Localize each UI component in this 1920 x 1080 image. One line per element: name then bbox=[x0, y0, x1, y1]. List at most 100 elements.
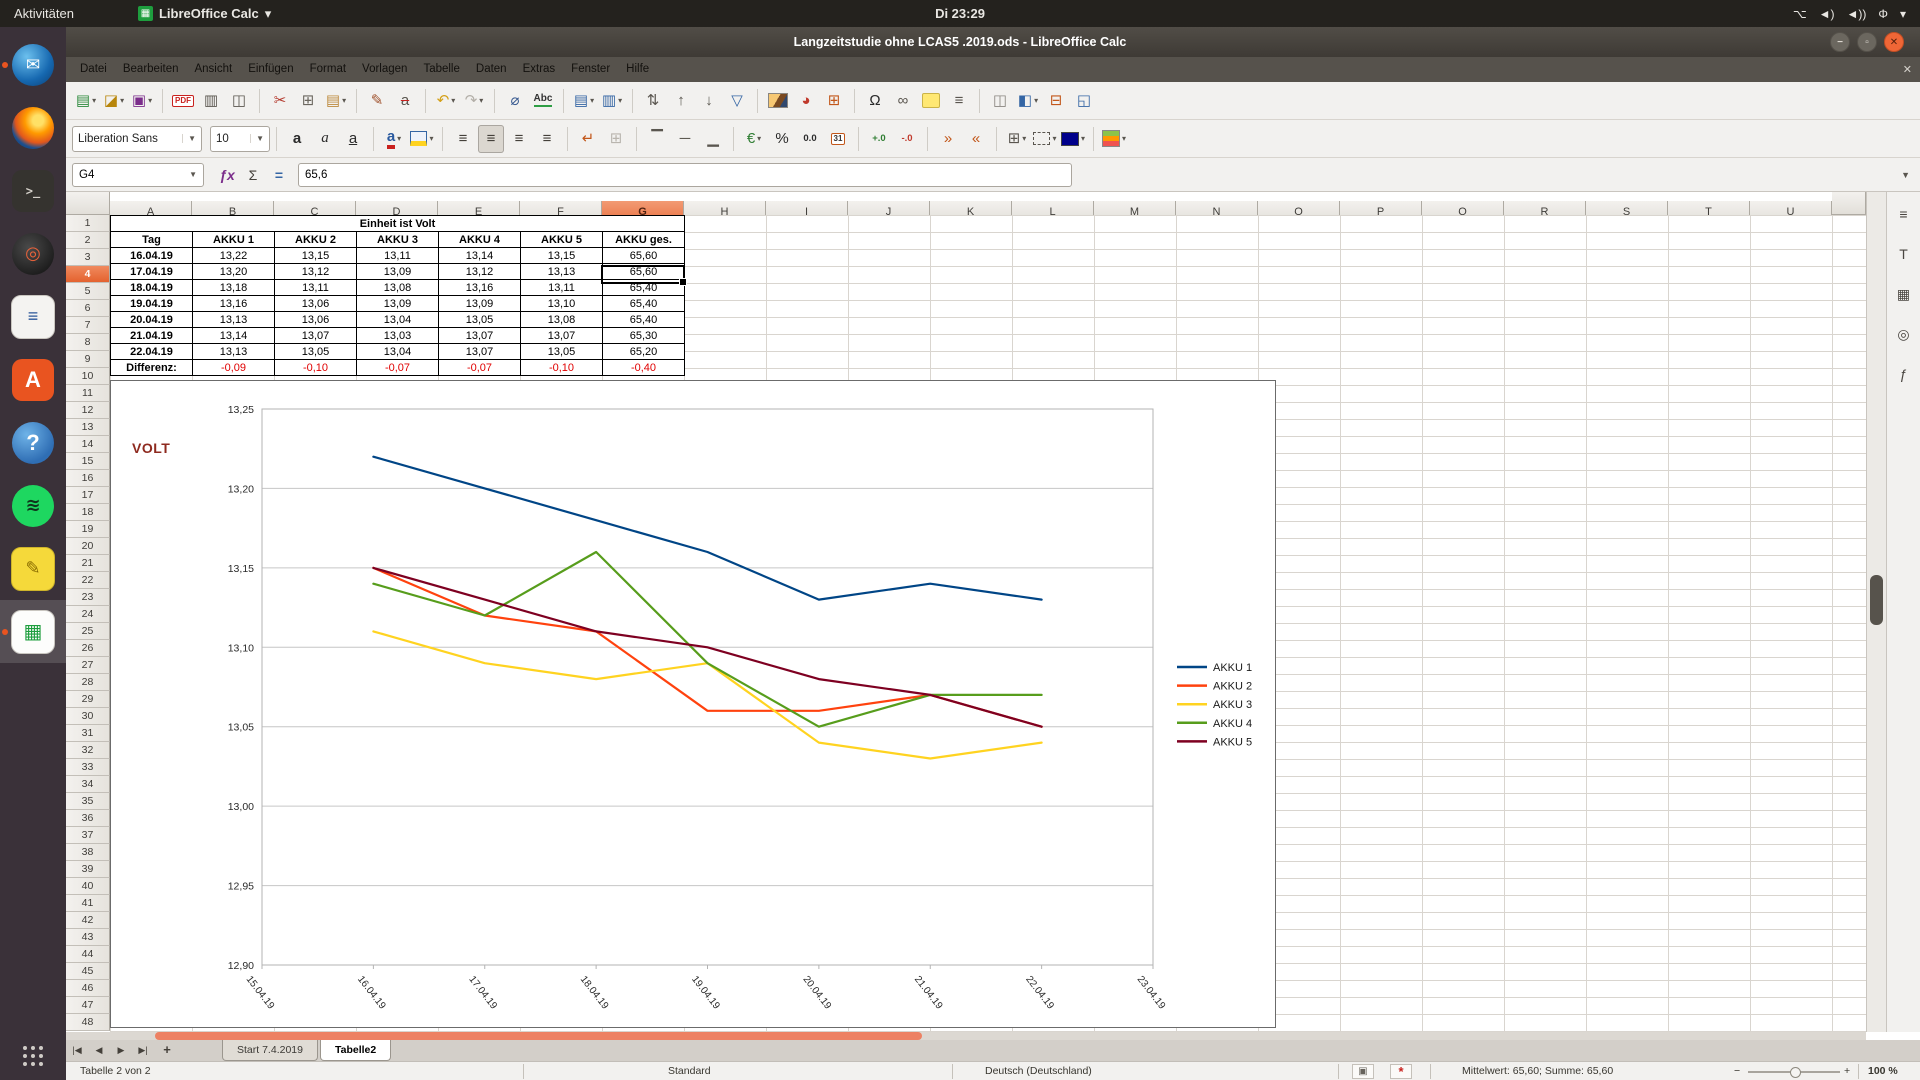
row-header-48[interactable]: 48 bbox=[66, 1014, 110, 1031]
border-style-button[interactable]: ▾ bbox=[1032, 125, 1058, 153]
chevron-down-icon[interactable]: ▼ bbox=[250, 134, 264, 143]
row-header-17[interactable]: 17 bbox=[66, 487, 110, 504]
table-title-cell[interactable]: Einheit ist Volt bbox=[111, 216, 685, 232]
system-tray[interactable]: ⌥◄)◄))Φ▾ bbox=[1793, 7, 1920, 21]
volume-high-icon[interactable]: ◄)) bbox=[1847, 7, 1867, 21]
column-header-K[interactable]: K bbox=[930, 201, 1012, 215]
document-modified-icon[interactable]: * bbox=[1390, 1064, 1412, 1079]
save-button[interactable]: ▣▾ bbox=[129, 87, 155, 115]
selected-cell-outline[interactable] bbox=[601, 265, 685, 284]
volume-low-icon[interactable]: ◄) bbox=[1819, 7, 1835, 21]
conditional-formatting-button[interactable]: ▾ bbox=[1101, 125, 1127, 153]
row-header-26[interactable]: 26 bbox=[66, 640, 110, 657]
table-cell[interactable]: -0,07 bbox=[357, 360, 439, 376]
notes-launcher[interactable]: ✎ bbox=[0, 537, 66, 600]
window-titlebar[interactable]: Langzeitstudie ohne LCAS5 .2019.ods - Li… bbox=[0, 27, 1920, 58]
table-cell[interactable]: 13,05 bbox=[521, 344, 603, 360]
clear-formatting-button[interactable]: a bbox=[392, 87, 418, 115]
delete-decimal-button[interactable]: -.0 bbox=[894, 125, 920, 153]
add-sheet-button[interactable]: + bbox=[154, 1040, 180, 1060]
table-cell[interactable]: 13,08 bbox=[357, 280, 439, 296]
column-header-A[interactable]: A bbox=[110, 201, 192, 215]
row-header-38[interactable]: 38 bbox=[66, 844, 110, 861]
properties-icon[interactable]: ≡ bbox=[1892, 202, 1916, 226]
print-preview-button[interactable]: ◫ bbox=[226, 87, 252, 115]
row-header-43[interactable]: 43 bbox=[66, 929, 110, 946]
libreoffice-calc-launcher[interactable]: ▦ bbox=[0, 600, 66, 663]
row-header-27[interactable]: 27 bbox=[66, 657, 110, 674]
menu-extras[interactable]: Extras bbox=[515, 57, 564, 82]
selection-mode-icon[interactable]: ▣ bbox=[1352, 1064, 1374, 1079]
row-header-24[interactable]: 24 bbox=[66, 606, 110, 623]
table-cell[interactable]: 65,40 bbox=[603, 312, 685, 328]
row-header-22[interactable]: 22 bbox=[66, 572, 110, 589]
insert-pivot-button[interactable]: ⊞ bbox=[821, 87, 847, 115]
column-header-J[interactable]: J bbox=[848, 201, 930, 215]
table-cell[interactable]: 13,12 bbox=[439, 264, 521, 280]
row-header-37[interactable]: 37 bbox=[66, 827, 110, 844]
menu-fenster[interactable]: Fenster bbox=[563, 57, 618, 82]
column-header-T[interactable]: T bbox=[1668, 201, 1750, 215]
close-document-icon[interactable]: ✕ bbox=[1903, 63, 1912, 76]
zoom-level[interactable]: 100 % bbox=[1868, 1062, 1898, 1080]
libreoffice-writer-launcher[interactable]: ≡ bbox=[0, 285, 66, 348]
table-cell[interactable]: 13,20 bbox=[193, 264, 275, 280]
equals-icon[interactable]: = bbox=[266, 167, 292, 183]
row-header-25[interactable]: 25 bbox=[66, 623, 110, 640]
formula-input[interactable]: 65,6 bbox=[298, 163, 1072, 187]
table-cell[interactable]: 13,13 bbox=[193, 344, 275, 360]
align-left-button[interactable]: ≡ bbox=[450, 125, 476, 153]
table-header-cell[interactable]: Tag bbox=[111, 232, 193, 248]
chevron-down-icon[interactable]: ▾ bbox=[342, 96, 346, 105]
show-applications-icon[interactable] bbox=[23, 1046, 43, 1066]
column-header-B[interactable]: B bbox=[192, 201, 274, 215]
column-header-Q[interactable]: Q bbox=[1422, 201, 1504, 215]
camera-launcher[interactable]: ◎ bbox=[0, 222, 66, 285]
column-header-G[interactable]: G bbox=[602, 201, 684, 215]
horizontal-scrollbar-thumb[interactable] bbox=[155, 1032, 922, 1040]
chart-object[interactable]: 13,2513,2013,1513,1013,0513,0012,9512,90… bbox=[110, 380, 1276, 1028]
chevron-down-icon[interactable]: ▾ bbox=[1052, 134, 1056, 143]
hyperlink-button[interactable]: ∞ bbox=[890, 87, 916, 115]
table-cell[interactable]: 13,09 bbox=[439, 296, 521, 312]
column-header-N[interactable]: N bbox=[1176, 201, 1258, 215]
row-header-20[interactable]: 20 bbox=[66, 538, 110, 555]
row-header-9[interactable]: 9 bbox=[66, 351, 110, 368]
table-cell[interactable]: 13,04 bbox=[357, 344, 439, 360]
zoom-out-button[interactable]: − bbox=[1734, 1062, 1740, 1080]
table-cell[interactable]: 13,13 bbox=[521, 264, 603, 280]
zoom-slider[interactable] bbox=[1748, 1071, 1840, 1073]
spelling-button[interactable]: Abc bbox=[530, 87, 556, 115]
next-sheet-button[interactable]: ▶ bbox=[110, 1040, 132, 1060]
last-sheet-button[interactable]: ▶| bbox=[132, 1040, 154, 1060]
column-header-C[interactable]: C bbox=[274, 201, 356, 215]
table-cell[interactable]: 13,11 bbox=[357, 248, 439, 264]
column-header-partial[interactable] bbox=[1832, 192, 1866, 215]
row-header-30[interactable]: 30 bbox=[66, 708, 110, 725]
firefox-launcher[interactable] bbox=[0, 96, 66, 159]
column-header-H[interactable]: H bbox=[684, 201, 766, 215]
menu-vorlagen[interactable]: Vorlagen bbox=[354, 57, 415, 82]
styles-icon[interactable]: T bbox=[1892, 242, 1916, 266]
fill-handle[interactable] bbox=[679, 278, 687, 286]
column-header-P[interactable]: P bbox=[1340, 201, 1422, 215]
insert-row-button[interactable]: ▤▾ bbox=[571, 87, 597, 115]
data-table[interactable]: Einheit ist VoltTagAKKU 1AKKU 2AKKU 3AKK… bbox=[110, 215, 685, 376]
row-header-3[interactable]: 3 bbox=[66, 249, 110, 266]
clone-formatting-button[interactable]: ✎ bbox=[364, 87, 390, 115]
row-header-31[interactable]: 31 bbox=[66, 725, 110, 742]
table-header-cell[interactable]: AKKU 1 bbox=[193, 232, 275, 248]
name-box[interactable]: G4 ▼ bbox=[72, 163, 204, 187]
italic-button[interactable]: a bbox=[312, 125, 338, 153]
number-format-button[interactable]: 0.0 bbox=[797, 125, 823, 153]
row-header-8[interactable]: 8 bbox=[66, 334, 110, 351]
sum-icon[interactable]: Σ bbox=[240, 167, 266, 183]
row-header-46[interactable]: 46 bbox=[66, 980, 110, 997]
table-header-cell[interactable]: AKKU ges. bbox=[603, 232, 685, 248]
highlight-color-button[interactable]: ▾ bbox=[409, 125, 435, 153]
export-pdf-button[interactable]: PDF bbox=[170, 87, 196, 115]
expand-formula-bar-icon[interactable]: ▼ bbox=[1901, 170, 1910, 180]
align-justify-button[interactable]: ≡ bbox=[534, 125, 560, 153]
find-replace-button[interactable]: ⌀ bbox=[502, 87, 528, 115]
menu-ansicht[interactable]: Ansicht bbox=[186, 57, 240, 82]
